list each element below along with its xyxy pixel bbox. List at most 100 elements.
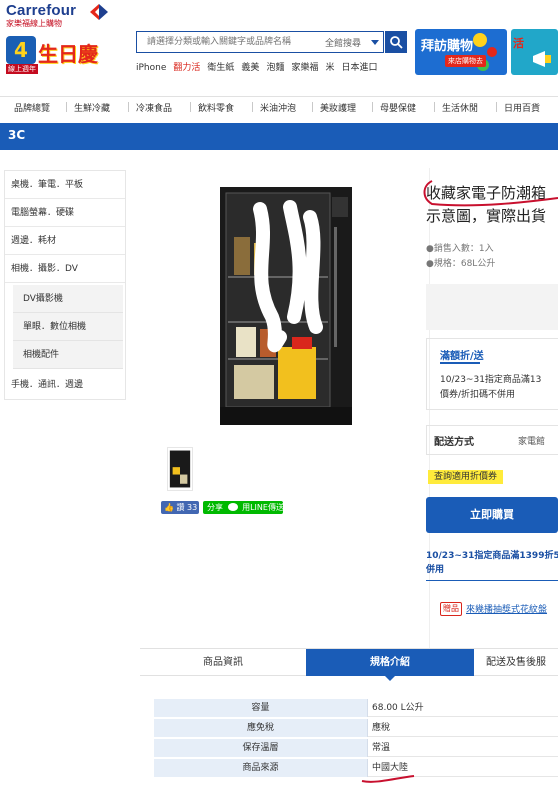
hot-keyword-link[interactable]: 家樂福 xyxy=(291,63,318,73)
birthday-badge-sub: 線上週年 xyxy=(6,64,38,74)
search-icon xyxy=(390,36,403,49)
sidebar-item-monitor[interactable]: 電腦螢幕．硬碟 xyxy=(5,199,125,227)
chevron-down-icon[interactable] xyxy=(371,40,379,45)
tab-spec[interactable]: 規格介紹 xyxy=(306,649,474,681)
nav-separator xyxy=(66,102,67,112)
carrefour-logo-icon xyxy=(90,4,108,20)
spec-key: 容量 xyxy=(154,699,368,717)
dry-cabinet-image[interactable] xyxy=(220,187,352,425)
hot-keyword-link[interactable]: 日本進口 xyxy=(341,63,377,73)
nav-item[interactable]: 美妝護理 xyxy=(320,101,356,114)
shipping-value[interactable]: 家電館 xyxy=(518,434,545,447)
spec-row: 容量 68.00 L公升 xyxy=(154,699,558,717)
promo-tab-indicator xyxy=(440,362,480,364)
nav-separator xyxy=(128,102,129,112)
promo-notice[interactable]: 10/23~31指定商品滿1399折5 併用 xyxy=(426,549,558,577)
birthday-badge-text[interactable]: 生日慶 xyxy=(38,38,98,67)
spec-value: 中國大陸 xyxy=(372,763,409,773)
price-area-redacted xyxy=(426,284,558,330)
promo-notice-line-1: 10/23~31指定商品滿1399折5 xyxy=(426,551,558,561)
nav-item[interactable]: 冷凍食品 xyxy=(136,101,172,114)
nav-item[interactable]: 生鮮冷藏 xyxy=(74,101,110,114)
hot-keyword-link[interactable]: 泡麵 xyxy=(266,63,284,73)
hot-keyword-link[interactable]: 義美 xyxy=(241,63,259,73)
hot-keyword-link[interactable]: iPhone xyxy=(136,63,166,73)
promo-line-1: 10/23~31指定商品滿13 xyxy=(440,375,542,385)
spec-value: 應稅 xyxy=(372,723,391,733)
spec-row: 保存溫層 常溫 xyxy=(154,739,558,757)
logo-subtitle: 家樂福線上購物 xyxy=(6,19,62,28)
main-nav: 品牌總覽 生鮮冷藏 冷凍食品 飲料零食 米油沖泡 美妝護理 母嬰保健 生活休閒 日用百貨 xyxy=(0,96,558,118)
banner-2-title: 活 xyxy=(513,37,524,50)
line-share-button[interactable]: 分享 用LINE傳送 xyxy=(203,501,284,514)
search-scope-select[interactable]: 全館搜尋 xyxy=(325,36,361,49)
tab-shipping-service[interactable]: 配送及售後服 xyxy=(474,649,558,676)
megaphone-icon xyxy=(533,51,551,67)
line-share-label: 用LINE傳送 xyxy=(242,503,284,512)
category-title: 3C xyxy=(8,128,26,142)
carrefour-logo[interactable]: Carrefour xyxy=(6,2,76,19)
sidebar-item-phone[interactable]: 手機．通訊．週邊 xyxy=(5,371,125,399)
nav-separator xyxy=(312,102,313,112)
buy-now-button[interactable]: 立即購買 xyxy=(426,497,558,533)
hot-keyword-link[interactable]: 衛生紙 xyxy=(207,63,234,73)
gift-tag: 贈品 xyxy=(440,602,462,616)
promo-notice-line-2: 併用 xyxy=(426,565,445,575)
hot-keywords: iPhone 翻力活 衛生紙 義美 泡麵 家樂福米日本進口 xyxy=(136,60,385,73)
facebook-like-button[interactable]: 👍 讚 33 xyxy=(161,501,199,514)
find-coupon-button[interactable]: 查詢適用折價券 xyxy=(428,470,504,484)
product-thumbnail[interactable] xyxy=(167,447,193,491)
category-bar: 3C xyxy=(0,123,558,150)
share-label: 分享 xyxy=(207,503,223,512)
sidebar-item-camera[interactable]: 相機．攝影．DV xyxy=(5,255,125,283)
search-bar: 全館搜尋 xyxy=(136,31,384,53)
promo-line-2: 價券/折扣碼不併用 xyxy=(440,390,516,400)
nav-separator xyxy=(252,102,253,112)
nav-item[interactable]: 母嬰保健 xyxy=(380,101,416,114)
product-title-line2: 示意圖，實際出貨 xyxy=(426,207,547,225)
shipping-label: 配送方式 xyxy=(434,437,474,448)
spec-key: 應免稅 xyxy=(154,719,368,737)
sidebar-subitem-dv[interactable]: DV攝影機 xyxy=(13,285,123,313)
banner-1-title: 拜訪購物 xyxy=(421,39,474,54)
detail-tabs: 商品資訊 規格介紹 配送及售後服 xyxy=(140,648,558,681)
search-input[interactable] xyxy=(137,32,317,52)
nav-item[interactable]: 飲料零食 xyxy=(198,101,234,114)
birthday-badge-number[interactable]: 4 xyxy=(6,36,36,64)
nav-separator xyxy=(496,102,497,112)
nav-item[interactable]: 米油沖泡 xyxy=(260,101,296,114)
spec-row: 應免稅 應稅 xyxy=(154,719,558,737)
promo-banner-1[interactable]: 拜訪購物 來店購物去 xyxy=(415,29,507,75)
divider xyxy=(426,580,558,581)
spec-key: 保存溫層 xyxy=(154,739,368,757)
sidebar-subitem-camera-accessories[interactable]: 相機配件 xyxy=(13,341,123,369)
like-count: 讚 33 xyxy=(176,503,198,512)
line-icon xyxy=(227,503,238,511)
sidebar-item-peripherals[interactable]: 週邊．耗材 xyxy=(5,227,125,255)
banner-1-sub: 來店購物去 xyxy=(445,55,486,67)
spec-value: 常溫 xyxy=(372,743,391,753)
promo-heading[interactable]: 滿額折/送 xyxy=(440,347,484,362)
hot-keyword-link[interactable]: 米 xyxy=(325,63,334,73)
promo-banner-2[interactable]: 活 xyxy=(511,29,558,75)
nav-separator xyxy=(372,102,373,112)
nav-item[interactable]: 生活休閒 xyxy=(442,101,478,114)
gift-link[interactable]: 來幾播抽獎式花紋盤 xyxy=(466,602,547,615)
category-sidebar: 桌機．筆電．平板 電腦螢幕．硬碟 週邊．耗材 相機．攝影．DV DV攝影機 單眼… xyxy=(4,170,126,400)
thumbs-up-icon: 👍 xyxy=(164,503,174,512)
sold-count: ●銷售入數：1入 xyxy=(426,244,494,254)
spec-capacity: ●規格：68L公升 xyxy=(426,259,496,269)
tab-product-info[interactable]: 商品資訊 xyxy=(140,649,306,676)
nav-item[interactable]: 品牌總覽 xyxy=(14,101,50,114)
nav-item[interactable]: 日用百貨 xyxy=(504,101,540,114)
nav-separator xyxy=(190,102,191,112)
hot-keyword-link[interactable]: 翻力活 xyxy=(173,63,200,73)
search-button[interactable] xyxy=(385,31,407,53)
sidebar-subitem-dslr[interactable]: 單眼．數位相機 xyxy=(13,313,123,341)
nav-separator xyxy=(434,102,435,112)
sidebar-item-desktop-laptop[interactable]: 桌機．筆電．平板 xyxy=(5,171,125,199)
product-title: 收藏家電子防潮箱 xyxy=(426,184,547,202)
product-meta: ●銷售入數：1入 ●規格：68L公升 xyxy=(426,242,495,272)
spec-value: 68.00 L公升 xyxy=(372,703,424,713)
spec-row: 商品來源 中國大陸 xyxy=(154,759,558,777)
